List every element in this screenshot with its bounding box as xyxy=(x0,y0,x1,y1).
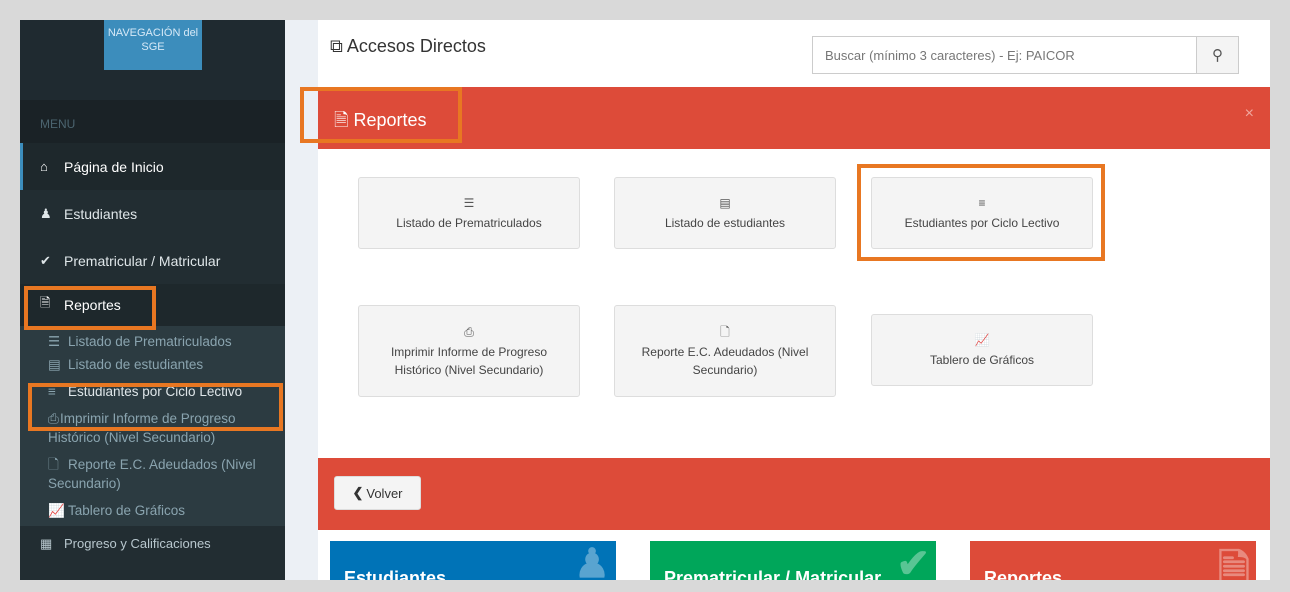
page-title: ⧉ Accesos Directos xyxy=(330,36,486,57)
app-window: NAVEGACIÓN del SGE MENU ⌂ Página de Inic… xyxy=(20,20,1270,580)
student-icon: ♟ xyxy=(40,205,52,221)
chevron-left-icon: ❮ xyxy=(352,485,364,500)
search-input[interactable]: Buscar (mínimo 3 caracteres) - Ej: PAICO… xyxy=(812,36,1197,74)
tile-listado-estudiantes[interactable]: ▤ Listado de estudiantes xyxy=(614,177,836,249)
tile-label: Imprimir Informe de Progreso Histórico (… xyxy=(390,345,548,377)
home-icon: ⌂ xyxy=(40,159,48,174)
box-label: Reportes xyxy=(984,568,1063,580)
sidebar-item-estudiantes[interactable]: ♟ Estudiantes xyxy=(20,190,285,237)
line-chart-icon: 📈 xyxy=(48,503,65,518)
box-prematricular[interactable]: Prematricular / Matricular ✔ xyxy=(650,541,936,580)
tile-tablero-graficos[interactable]: 📈 Tablero de Gráficos xyxy=(871,314,1093,386)
sidebar: NAVEGACIÓN del SGE MENU ⌂ Página de Inic… xyxy=(20,20,285,580)
page-title-text: Accesos Directos xyxy=(346,36,486,56)
grades-icon: ▦ xyxy=(40,536,53,551)
sidebar-subitem-prematriculados[interactable]: ☰ Listado de Prematriculados xyxy=(20,330,285,353)
sidebar-item-label: Prematricular / Matricular xyxy=(64,252,221,269)
print-icon: ⎙ xyxy=(464,325,474,339)
tile-listado-prematriculados[interactable]: ☰ Listado de Prematriculados xyxy=(358,177,580,249)
main-content: ⧉ Accesos Directos Buscar (mínimo 3 cara… xyxy=(300,20,1270,580)
volver-button[interactable]: ❮ Volver xyxy=(334,476,421,510)
sidebar-subitem-estudiantes[interactable]: ▤ Listado de estudiantes xyxy=(20,353,285,376)
box-estudiantes[interactable]: Estudiantes ♟ xyxy=(330,541,616,580)
volver-label: Volver xyxy=(366,485,403,501)
line-chart-icon: 📈 xyxy=(974,333,990,347)
sidebar-item-prematricular[interactable]: ✔ Prematricular / Matricular xyxy=(20,237,285,284)
shortcuts-header: ⧉ Accesos Directos Buscar (mínimo 3 cara… xyxy=(318,20,1270,87)
sidebar-top: NAVEGACIÓN del SGE xyxy=(20,20,285,100)
search-button[interactable]: ⚲ xyxy=(1197,36,1239,74)
list-icon: ☰ xyxy=(463,196,475,210)
sidebar-item-label: Progreso y Calificaciones xyxy=(64,536,211,551)
reportes-panel-footer: ❮ Volver xyxy=(318,458,1270,530)
list-alt-icon: ▤ xyxy=(48,357,61,372)
list-icon: ☰ xyxy=(48,334,61,349)
highlight-reportes-header xyxy=(300,87,462,143)
tile-label: Listado de estudiantes xyxy=(664,216,786,230)
highlight-ciclo-lectivo-tile xyxy=(857,164,1105,261)
student-icon: ♟ xyxy=(574,542,610,580)
box-label: Estudiantes xyxy=(344,568,447,580)
sidebar-item-label: Estudiantes xyxy=(64,205,138,222)
menu-header: MENU xyxy=(20,100,285,143)
search-icon: ⚲ xyxy=(1212,47,1223,64)
file-text-icon: 🗎 xyxy=(1217,548,1250,580)
list-alt-icon: ▤ xyxy=(719,196,731,210)
tile-label: Reporte E.C. Adeudados (Nivel Secundario… xyxy=(641,345,809,377)
highlight-ciclo-lectivo-sidebar xyxy=(28,383,283,431)
highlight-reportes-sidebar xyxy=(24,286,156,330)
box-label: Prematricular / Matricular xyxy=(664,568,882,580)
subitem-label: Listado de Prematriculados xyxy=(68,334,232,349)
file-icon: 🗋 xyxy=(720,325,730,339)
tile-ec-adeudados[interactable]: 🗋 Reporte E.C. Adeudados (Nivel Secundar… xyxy=(614,305,836,397)
file-icon: 🗋 xyxy=(48,457,59,472)
tile-informe-progreso[interactable]: ⎙ Imprimir Informe de Progreso Histórico… xyxy=(358,305,580,397)
nav-sge-button[interactable]: NAVEGACIÓN del SGE xyxy=(104,20,202,70)
subitem-label: Tablero de Gráficos xyxy=(68,503,186,518)
box-reportes[interactable]: Reportes 🗎 xyxy=(970,541,1256,580)
subitem-label: Reporte E.C. Adeudados (Nivel Secundario… xyxy=(48,457,256,491)
check-icon: ✔ xyxy=(40,252,51,268)
tile-label: Listado de Prematriculados xyxy=(396,216,542,230)
sidebar-item-inicio[interactable]: ⌂ Página de Inicio xyxy=(20,143,285,190)
sidebar-subitem-ec-adeudados[interactable]: 🗋 Reporte E.C. Adeudados (Nivel Secundari… xyxy=(20,453,285,495)
subitem-label: Listado de estudiantes xyxy=(68,357,204,372)
check-icon: ✔ xyxy=(896,542,930,580)
external-link-icon: ⧉ xyxy=(330,36,343,56)
close-icon[interactable]: × xyxy=(1245,105,1254,123)
sidebar-subitem-tablero[interactable]: 📈 Tablero de Gráficos xyxy=(20,499,285,526)
tile-label: Tablero de Gráficos xyxy=(929,353,1035,367)
sidebar-item-label: Página de Inicio xyxy=(64,158,164,175)
sidebar-item-progreso[interactable]: ▦ Progreso y Calificaciones xyxy=(20,526,285,556)
